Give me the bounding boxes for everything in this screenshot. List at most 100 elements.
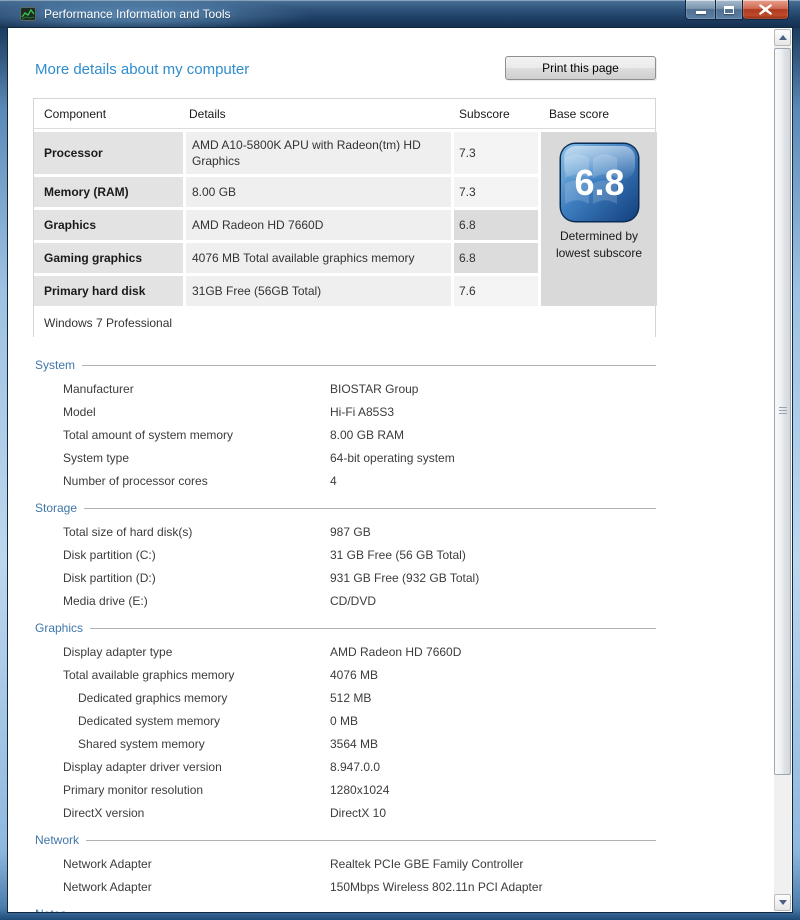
info-row: Primary monitor resolution 1280x1024 <box>35 779 656 802</box>
print-this-page-button[interactable]: Print this page <box>505 56 656 80</box>
section-header-notes: Notes <box>35 905 656 913</box>
info-value: Realtek PCIe GBE Family Controller <box>330 857 524 871</box>
score-table-header: Component Details Subscore Base score <box>34 99 655 129</box>
section-rows-system: Manufacturer BIOSTAR Group Model Hi-Fi A85… <box>35 378 656 493</box>
info-row: Display adapter driver version 8.947.0.0 <box>35 756 656 779</box>
section-title: System <box>35 357 76 372</box>
info-row: Total amount of system memory 8.00 GB RAM <box>35 424 656 447</box>
section-header-storage: Storage <box>35 499 656 516</box>
info-value: AMD Radeon HD 7660D <box>330 645 462 659</box>
info-row: Network Adapter Realtek PCIe GBE Family C… <box>35 853 656 876</box>
info-row: Media drive (E:) CD/DVD <box>35 590 656 613</box>
window-title: Performance Information and Tools <box>44 7 231 21</box>
info-value: 8.00 GB RAM <box>330 428 405 442</box>
info-row: Total size of hard disk(s) 987 GB <box>35 521 656 544</box>
details-cell: AMD A10-5800K APU with Radeon(tm) HD Gra… <box>186 132 451 174</box>
scrollbar-thumb[interactable] <box>774 48 791 775</box>
info-value: 931 GB Free (932 GB Total) <box>330 571 480 585</box>
section-rows-graphics: Display adapter type AMD Radeon HD 7660D … <box>35 641 656 825</box>
column-header-component: Component <box>44 107 107 121</box>
info-value: 8.947.0.0 <box>330 760 381 774</box>
section-divider <box>86 840 656 841</box>
scrollbar-grip-icon <box>778 407 787 416</box>
detail-sections: System Manufacturer BIOSTAR Group Model Hi… <box>35 356 656 913</box>
info-value: 4076 MB <box>330 668 379 682</box>
info-label: Model <box>63 405 96 419</box>
section-rows-network: Network Adapter Realtek PCIe GBE Family C… <box>35 853 656 899</box>
component-cell: Processor <box>34 132 183 174</box>
section-header-system: System <box>35 356 656 373</box>
component-cell: Gaming graphics <box>34 243 183 273</box>
info-row: Dedicated graphics memory 512 MB <box>35 687 656 710</box>
info-label: Network Adapter <box>63 880 152 894</box>
scrollbar-down-button[interactable] <box>774 894 791 911</box>
close-button[interactable] <box>743 0 789 20</box>
info-label: Media drive (E:) <box>63 594 148 608</box>
section-title: Notes <box>35 907 66 913</box>
section-rows-storage: Total size of hard disk(s) 987 GB Disk pa… <box>35 521 656 613</box>
component-cell: Primary hard disk <box>34 276 183 306</box>
subscore-cell: 7.3 <box>454 132 538 174</box>
column-header-basescore: Base score <box>549 107 610 121</box>
info-label: Total size of hard disk(s) <box>63 525 193 539</box>
section-header-graphics: Graphics <box>35 619 656 636</box>
info-value: 512 MB <box>330 691 372 705</box>
info-row: Network Adapter 150Mbps Wireless 802.11n … <box>35 876 656 899</box>
minimize-icon <box>695 11 706 14</box>
details-cell: 8.00 GB <box>186 177 451 207</box>
component-cell: Graphics <box>34 210 183 240</box>
scrollbar-up-button[interactable] <box>774 29 791 46</box>
info-value: BIOSTAR Group <box>330 382 419 396</box>
info-row: Manufacturer BIOSTAR Group <box>35 378 656 401</box>
details-cell: AMD Radeon HD 7660D <box>186 210 451 240</box>
base-score-value: 6.8 <box>574 162 624 203</box>
info-value: 3564 MB <box>330 737 379 751</box>
info-label: Shared system memory <box>78 737 205 751</box>
info-label: Primary monitor resolution <box>63 783 204 797</box>
info-label: DirectX version <box>63 806 145 820</box>
info-value: 1280x1024 <box>330 783 390 797</box>
maximize-button[interactable] <box>715 0 743 20</box>
subscore-cell: 7.3 <box>454 177 538 207</box>
column-header-details: Details <box>189 107 226 121</box>
info-row: Number of processor cores 4 <box>35 470 656 493</box>
performance-monitor-icon <box>20 7 36 21</box>
info-row: Shared system memory 3564 MB <box>35 733 656 756</box>
info-row: DirectX version DirectX 10 <box>35 802 656 825</box>
info-label: Disk partition (D:) <box>63 571 156 585</box>
info-row: Display adapter type AMD Radeon HD 7660D <box>35 641 656 664</box>
info-value: 4 <box>330 474 337 488</box>
info-value: 0 MB <box>330 714 359 728</box>
info-label: Total amount of system memory <box>63 428 234 442</box>
info-row: Dedicated system memory 0 MB <box>35 710 656 733</box>
minimize-button[interactable] <box>685 0 715 20</box>
info-label: Display adapter driver version <box>63 760 222 774</box>
component-cell: Memory (RAM) <box>34 177 183 207</box>
section-divider <box>82 365 656 366</box>
base-score-caption: Determined by lowest subscore <box>555 229 643 260</box>
info-value: 987 GB <box>330 525 371 539</box>
info-row: System type 64-bit operating system <box>35 447 656 470</box>
score-table: Component Details Subscore Base score Pr… <box>33 98 657 337</box>
info-value: 64-bit operating system <box>330 451 455 465</box>
info-label: Network Adapter <box>63 857 152 871</box>
info-row: Disk partition (D:) 931 GB Free (932 GB T… <box>35 567 656 590</box>
info-value: 150Mbps Wireless 802.11n PCI Adapter <box>330 880 543 894</box>
info-row: Model Hi-Fi A85S3 <box>35 401 656 424</box>
details-cell: 4076 MB Total available graphics memory <box>186 243 451 273</box>
details-cell: 31GB Free (56GB Total) <box>186 276 451 306</box>
section-title: Graphics <box>35 620 84 635</box>
window: Performance Information and Tools More d… <box>0 0 800 920</box>
info-label: Display adapter type <box>63 645 173 659</box>
vertical-scrollbar <box>774 29 791 911</box>
info-label: Dedicated graphics memory <box>78 691 228 705</box>
chevron-down-icon <box>778 900 787 905</box>
section-title: Storage <box>35 500 78 515</box>
info-label: Disk partition (C:) <box>63 548 156 562</box>
info-label: System type <box>63 451 130 465</box>
window-controls <box>685 0 789 20</box>
section-divider <box>90 628 656 629</box>
info-row: Disk partition (C:) 31 GB Free (56 GB Tot… <box>35 544 656 567</box>
info-label: Total available graphics memory <box>63 668 235 682</box>
info-label: Dedicated system memory <box>78 714 221 728</box>
